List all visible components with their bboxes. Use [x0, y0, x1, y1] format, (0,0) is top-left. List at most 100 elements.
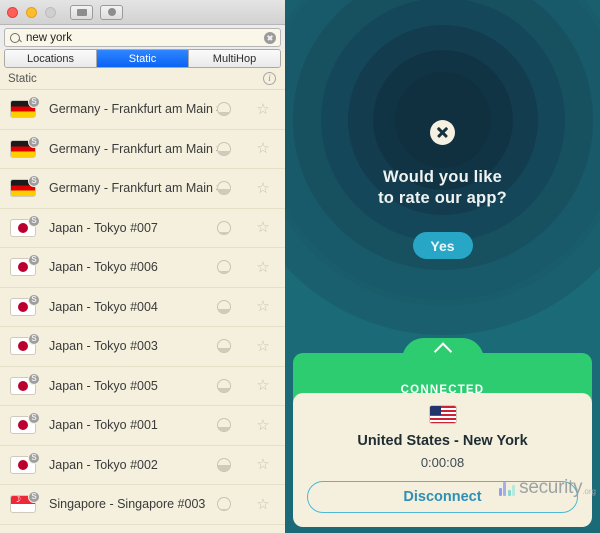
connection-panel: Would you like to rate our app? Yes CONN…	[285, 0, 600, 533]
flag-wrapper: S	[10, 495, 36, 513]
server-row[interactable]: S Germany - Frankfurt am Main #003 ☆	[0, 130, 285, 170]
tab-bar: Locations Static MultiHop	[4, 49, 281, 68]
flag-wrapper: S	[10, 337, 36, 355]
server-load-indicator	[217, 142, 231, 156]
search-bar: new york	[0, 25, 285, 49]
server-row[interactable]: S Japan - Tokyo #003 ☆	[0, 327, 285, 367]
server-name: Japan - Tokyo #005	[49, 379, 217, 393]
server-name: Singapore - Singapore #003	[49, 497, 217, 511]
server-load-indicator	[217, 300, 231, 314]
server-name: Japan - Tokyo #006	[49, 260, 217, 274]
server-name: Japan - Tokyo #003	[49, 339, 217, 353]
favorite-star-icon[interactable]: ☆	[253, 299, 273, 314]
favorite-star-icon[interactable]: ☆	[253, 260, 273, 275]
server-list-panel: new york Locations Static MultiHop Stati…	[0, 0, 285, 533]
connection-card: United States - New York 0:00:08 Disconn…	[293, 393, 592, 527]
server-name: Japan - Tokyo #007	[49, 221, 217, 235]
favorite-star-icon[interactable]: ☆	[253, 102, 273, 117]
connection-timer: 0:00:08	[421, 455, 464, 470]
flag-wrapper: S	[10, 456, 36, 474]
server-row[interactable]: S Japan - Tokyo #002 ☆	[0, 446, 285, 486]
zoom-window-button	[45, 7, 56, 18]
server-name: Germany - Frankfurt am Main #001	[49, 181, 217, 195]
rate-yes-button[interactable]: Yes	[413, 232, 473, 259]
minimize-window-button[interactable]	[26, 7, 37, 18]
section-title: Static	[8, 73, 263, 85]
static-ip-badge: S	[28, 254, 40, 266]
static-ip-badge: S	[28, 452, 40, 464]
window-mode-icon[interactable]	[70, 5, 93, 20]
server-load-indicator	[217, 260, 231, 274]
static-ip-badge: S	[28, 333, 40, 345]
rate-dialog-line2: to rate our app?	[378, 188, 507, 209]
static-ip-badge: S	[28, 491, 40, 503]
static-ip-badge: S	[28, 412, 40, 424]
connection-location: United States - New York	[357, 433, 527, 449]
close-window-button[interactable]	[7, 7, 18, 18]
favorite-star-icon[interactable]: ☆	[253, 220, 273, 235]
server-load-indicator	[217, 102, 231, 116]
tab-locations[interactable]: Locations	[5, 50, 97, 67]
flag-wrapper: S	[10, 258, 36, 276]
disconnect-button[interactable]: Disconnect	[307, 481, 578, 513]
server-name: Japan - Tokyo #002	[49, 458, 217, 472]
server-row[interactable]: S Japan - Tokyo #005 ☆	[0, 367, 285, 407]
server-name: Japan - Tokyo #001	[49, 418, 217, 432]
server-load-indicator	[217, 379, 231, 393]
flag-wrapper: S	[10, 140, 36, 158]
connection-card-wrapper: CONNECTED United States - New York 0:00:…	[293, 353, 592, 527]
close-icon[interactable]	[430, 120, 455, 145]
favorite-star-icon[interactable]: ☆	[253, 339, 273, 354]
rate-app-dialog: Would you like to rate our app? Yes	[285, 120, 600, 259]
static-ip-badge: S	[28, 373, 40, 385]
favorite-star-icon[interactable]: ☆	[253, 457, 273, 472]
server-row[interactable]: S Japan - Tokyo #004 ☆	[0, 288, 285, 328]
flag-wrapper: S	[10, 100, 36, 118]
static-ip-badge: S	[28, 215, 40, 227]
window-titlebar	[0, 0, 285, 25]
server-load-indicator	[217, 458, 231, 472]
clear-icon[interactable]	[264, 32, 276, 44]
status-badge: CONNECTED	[401, 384, 485, 396]
favorite-star-icon[interactable]: ☆	[253, 378, 273, 393]
favorite-star-icon[interactable]: ☆	[253, 141, 273, 156]
flag-wrapper: S	[10, 298, 36, 316]
static-ip-badge: S	[28, 96, 40, 108]
traffic-lights	[7, 7, 56, 18]
static-ip-badge: S	[28, 136, 40, 148]
camera-icon[interactable]	[100, 5, 123, 20]
server-row[interactable]: S Germany - Frankfurt am Main #002 ☆	[0, 90, 285, 130]
server-row[interactable]: S Singapore - Singapore #003 ☆	[0, 485, 285, 525]
section-header: Static i	[0, 68, 285, 90]
tab-static[interactable]: Static	[97, 50, 189, 67]
server-load-indicator	[217, 221, 231, 235]
server-name: Japan - Tokyo #004	[49, 300, 217, 314]
static-ip-badge: S	[28, 175, 40, 187]
server-name: Germany - Frankfurt am Main #002	[49, 102, 217, 116]
server-row[interactable]: S Germany - Frankfurt am Main #001 ☆	[0, 169, 285, 209]
server-list[interactable]: S Germany - Frankfurt am Main #002 ☆ S Germa…	[0, 90, 285, 525]
search-field[interactable]: new york	[4, 28, 281, 47]
favorite-star-icon[interactable]: ☆	[253, 497, 273, 512]
search-icon	[10, 33, 20, 43]
rate-dialog-message: Would you like to rate our app?	[378, 167, 507, 209]
flag-wrapper: S	[10, 179, 36, 197]
server-name: Germany - Frankfurt am Main #003	[49, 142, 217, 156]
flag-wrapper: S	[10, 377, 36, 395]
flag-wrapper: S	[10, 416, 36, 434]
favorite-star-icon[interactable]: ☆	[253, 418, 273, 433]
info-icon[interactable]: i	[263, 72, 276, 85]
tab-multihop[interactable]: MultiHop	[189, 50, 280, 67]
search-input[interactable]: new york	[26, 32, 264, 44]
server-load-indicator	[217, 418, 231, 432]
server-row[interactable]: S Japan - Tokyo #001 ☆	[0, 406, 285, 446]
server-load-indicator	[217, 497, 231, 511]
server-load-indicator	[217, 339, 231, 353]
server-row[interactable]: S Japan - Tokyo #007 ☆	[0, 209, 285, 249]
favorite-star-icon[interactable]: ☆	[253, 181, 273, 196]
server-load-indicator	[217, 181, 231, 195]
server-row[interactable]: S Japan - Tokyo #006 ☆	[0, 248, 285, 288]
flag-wrapper: S	[10, 219, 36, 237]
rate-dialog-line1: Would you like	[378, 167, 507, 188]
static-ip-badge: S	[28, 294, 40, 306]
